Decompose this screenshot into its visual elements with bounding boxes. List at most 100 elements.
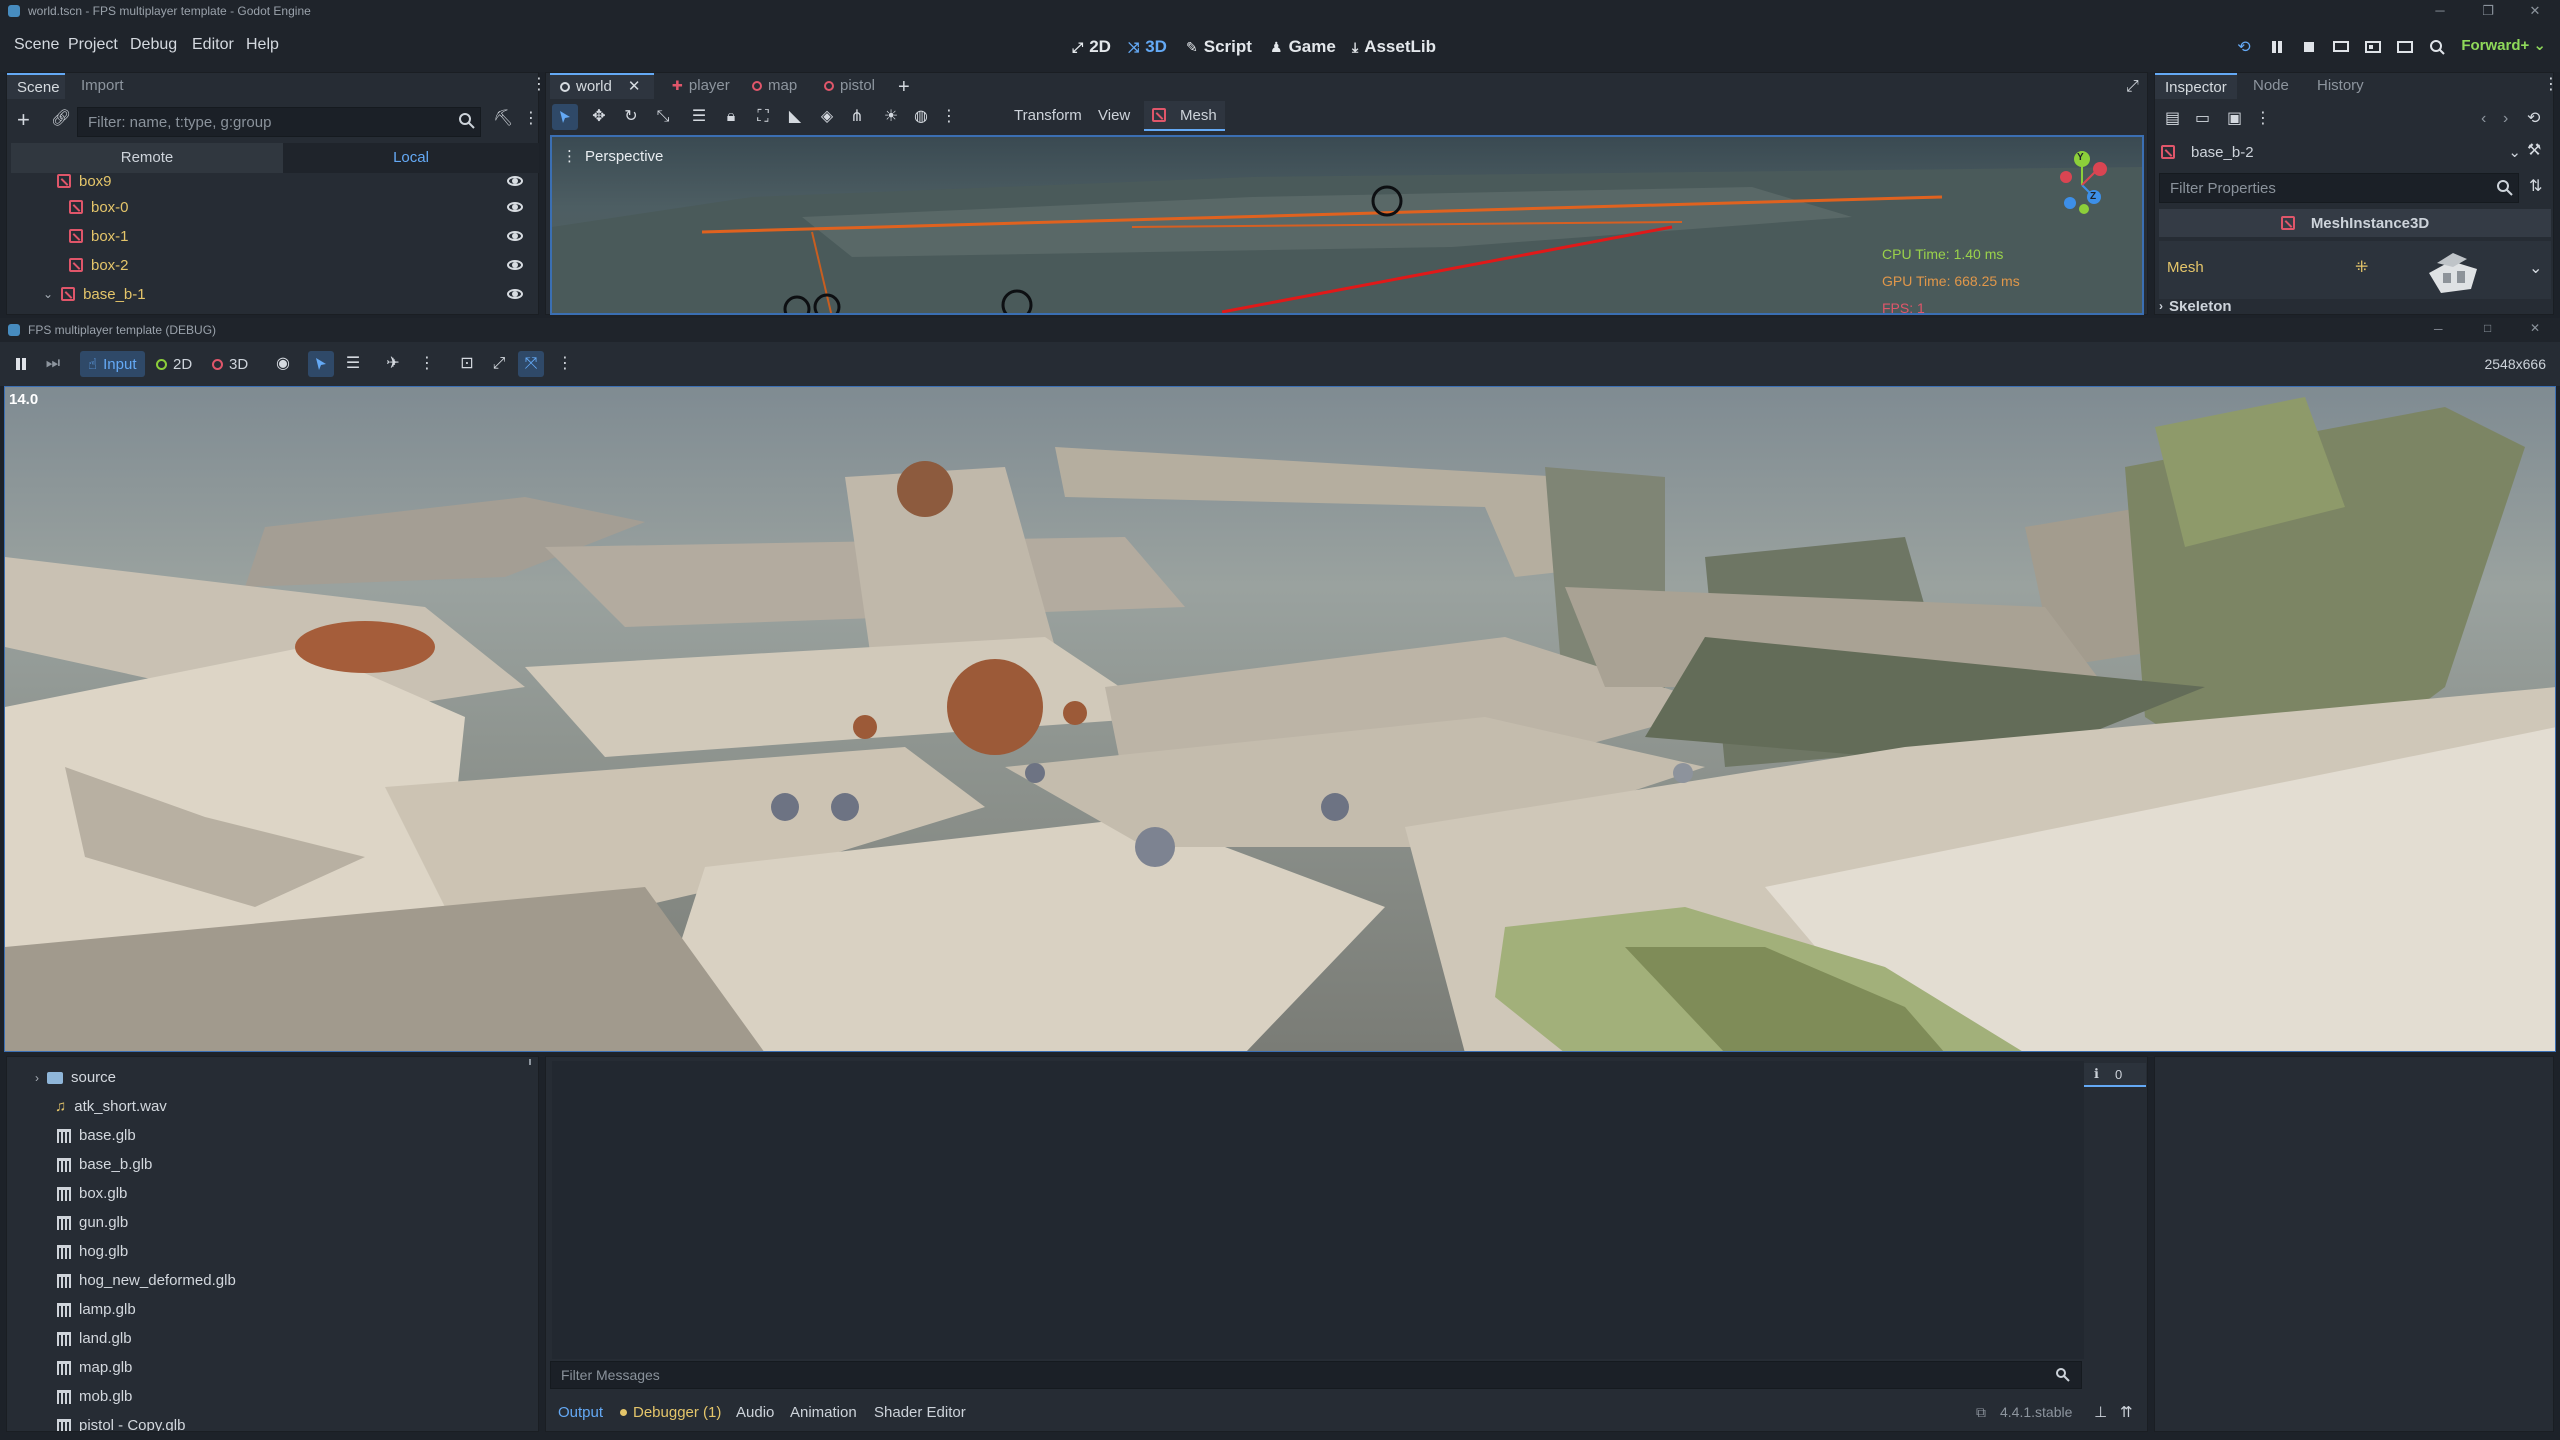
open-folder-icon[interactable]: ▭ — [2195, 111, 2210, 127]
editor-3d-viewport[interactable]: ⋮ Perspective Y Z CPU Time: 1.40 ms GPU … — [550, 135, 2144, 315]
add-node-icon[interactable]: + — [17, 109, 30, 131]
inspector-menu-icon[interactable]: ⋮ — [2255, 111, 2271, 127]
object-properties-icon[interactable]: ⚒ — [2527, 143, 2541, 159]
embed-options-icon[interactable]: ⋮ — [552, 351, 578, 377]
scene-tab-world[interactable]: world ✕ — [550, 73, 654, 99]
chevron-down-icon[interactable]: ⌄ — [43, 287, 53, 301]
filesystem-item[interactable]: › source — [35, 1063, 116, 1092]
close-tab-icon[interactable]: ✕ — [628, 74, 641, 100]
view-menu[interactable]: View — [1098, 107, 1130, 124]
input-toggle[interactable]: ☝ Input — [80, 351, 145, 377]
viewport-menu-icon[interactable]: ⋮ — [936, 104, 962, 130]
menu-debug[interactable]: Debug — [130, 36, 177, 54]
ruler-icon[interactable]: ◣ — [782, 104, 808, 130]
select-tool-icon[interactable] — [552, 104, 578, 130]
filesystem-item[interactable]: hog_new_deformed.glb — [57, 1266, 236, 1295]
lock-icon[interactable]: 🔒︎ — [718, 104, 744, 130]
scene-filter-input[interactable] — [77, 107, 481, 137]
tab-animation[interactable]: Animation — [790, 1404, 857, 1421]
local-space-icon[interactable]: ◈ — [814, 104, 840, 130]
workspace-game[interactable]: ♟ Game — [1270, 34, 1336, 60]
property-options-icon[interactable]: ⇅ — [2529, 179, 2542, 195]
menu-help[interactable]: Help — [246, 36, 279, 54]
tree-item[interactable]: box-1 — [7, 222, 537, 250]
select-tool-icon[interactable] — [308, 351, 334, 377]
game-menu-icon[interactable]: ⋮ — [414, 351, 440, 377]
workspace-script[interactable]: ✎ Script — [1186, 34, 1252, 60]
movie-maker-icon[interactable] — [2426, 36, 2448, 58]
chevron-down-icon[interactable]: ⌄ — [2529, 261, 2542, 277]
forward-icon[interactable]: › — [2503, 111, 2508, 127]
stop-icon[interactable] — [2298, 36, 2320, 58]
dock-menu-icon[interactable]: ⋮ — [2543, 77, 2559, 93]
move-tool-icon[interactable]: ✥ — [586, 104, 612, 130]
transform-menu[interactable]: Transform — [1014, 107, 1082, 124]
keep-aspect-icon[interactable]: ⊡ — [454, 351, 480, 377]
workspace-3d[interactable]: ⤨ 3D — [1128, 34, 1167, 60]
menu-scene[interactable]: Scene — [14, 36, 59, 54]
pin-icon[interactable]: ⊥ — [2094, 1403, 2107, 1421]
filesystem-item[interactable]: box.glb — [57, 1179, 127, 1208]
workspace-assetlib[interactable]: ⤓ AssetLib — [1352, 34, 1436, 60]
game-viewport[interactable]: 14.0 — [4, 386, 2556, 1052]
filter-scene-icon[interactable]: ⛏ — [493, 111, 513, 127]
close-icon[interactable]: ✕ — [2530, 321, 2540, 335]
history-icon[interactable]: ⟲ — [2527, 111, 2540, 127]
link-icon[interactable]: 🔗︎ — [51, 111, 71, 127]
scene-tab-pistol[interactable]: pistol — [814, 73, 885, 99]
camera-override-icon[interactable]: ✈ — [380, 351, 406, 377]
close-icon[interactable]: ✕ — [2515, 0, 2555, 22]
menu-editor[interactable]: Editor — [192, 36, 234, 54]
pause-icon[interactable] — [8, 351, 34, 377]
pause-icon[interactable] — [2266, 36, 2288, 58]
reload-icon[interactable]: ⟲ — [2233, 36, 2255, 58]
tab-audio[interactable]: Audio — [736, 1404, 774, 1421]
rotate-tool-icon[interactable]: ↻ — [618, 104, 644, 130]
list-select-icon[interactable]: ☰ — [340, 351, 366, 377]
renderer-select[interactable]: Forward+ ⌄ — [2461, 36, 2546, 54]
back-icon[interactable]: ‹ — [2481, 111, 2486, 127]
tree-item[interactable]: box-0 — [7, 193, 537, 221]
filesystem-item[interactable]: pistol - Copy.glb — [57, 1411, 185, 1431]
tab-output[interactable]: Output — [558, 1404, 603, 1421]
expand-panel-icon[interactable]: ⇈ — [2120, 1403, 2133, 1421]
mesh-menu[interactable]: Mesh — [1144, 101, 1225, 131]
filter-messages-input[interactable] — [550, 1361, 2082, 1389]
perspective-menu[interactable]: ⋮ Perspective — [562, 147, 663, 166]
group-icon[interactable]: ⛶ — [750, 104, 776, 130]
message-filter-toggle[interactable]: ℹ 0 — [2084, 1063, 2146, 1087]
tree-item[interactable]: ⌄ base_b-1 — [7, 280, 537, 308]
tab-import[interactable]: Import — [71, 73, 134, 99]
filesystem-item[interactable]: map.glb — [57, 1353, 132, 1382]
output-log[interactable] — [552, 1061, 2084, 1359]
new-resource-icon[interactable]: ▤ — [2165, 111, 2180, 127]
visibility-icon[interactable] — [507, 231, 523, 241]
visibility-icon[interactable] — [507, 289, 523, 299]
list-select-icon[interactable]: ☰ — [686, 104, 712, 130]
node-path-select[interactable]: base_b-2 ⌄ — [2161, 137, 2521, 167]
filesystem-item[interactable]: lamp.glb — [57, 1295, 136, 1324]
mesh-preview-thumbnail[interactable] — [2421, 243, 2483, 297]
fit-window-icon[interactable]: ⤧ — [518, 351, 544, 377]
minimize-icon[interactable]: ─ — [2420, 0, 2460, 22]
workspace-2d[interactable]: ⤢ 2D — [1072, 34, 1111, 60]
tab-node[interactable]: Node — [2243, 73, 2299, 99]
run-current-icon[interactable] — [2362, 36, 2384, 58]
mesh-property[interactable]: Mesh ⁜ ⌄ — [2159, 241, 2551, 299]
filter-properties-input[interactable] — [2159, 173, 2519, 203]
scene-tab-player[interactable]: ✚ player — [662, 73, 740, 99]
save-icon[interactable]: ▣ — [2227, 111, 2242, 127]
menu-project[interactable]: Project — [68, 36, 118, 54]
remote-debug-icon[interactable] — [2330, 36, 2352, 58]
filesystem-item[interactable]: base_b.glb — [57, 1150, 152, 1179]
filesystem-item[interactable]: base.glb — [57, 1121, 136, 1150]
next-frame-icon[interactable]: ⏭ — [40, 351, 66, 377]
filesystem-item[interactable]: hog.glb — [57, 1237, 128, 1266]
select-3d-toggle[interactable]: 3D — [212, 351, 248, 377]
filesystem-item[interactable]: ♫ atk_short.wav — [55, 1092, 167, 1121]
remote-tab[interactable]: Remote — [11, 143, 283, 173]
tab-shader-editor[interactable]: Shader Editor — [874, 1404, 966, 1421]
visibility-icon[interactable] — [507, 176, 523, 186]
copy-icon[interactable]: ⧉ — [1976, 1404, 1986, 1421]
distraction-free-icon[interactable]: ⤢ — [2126, 79, 2139, 95]
